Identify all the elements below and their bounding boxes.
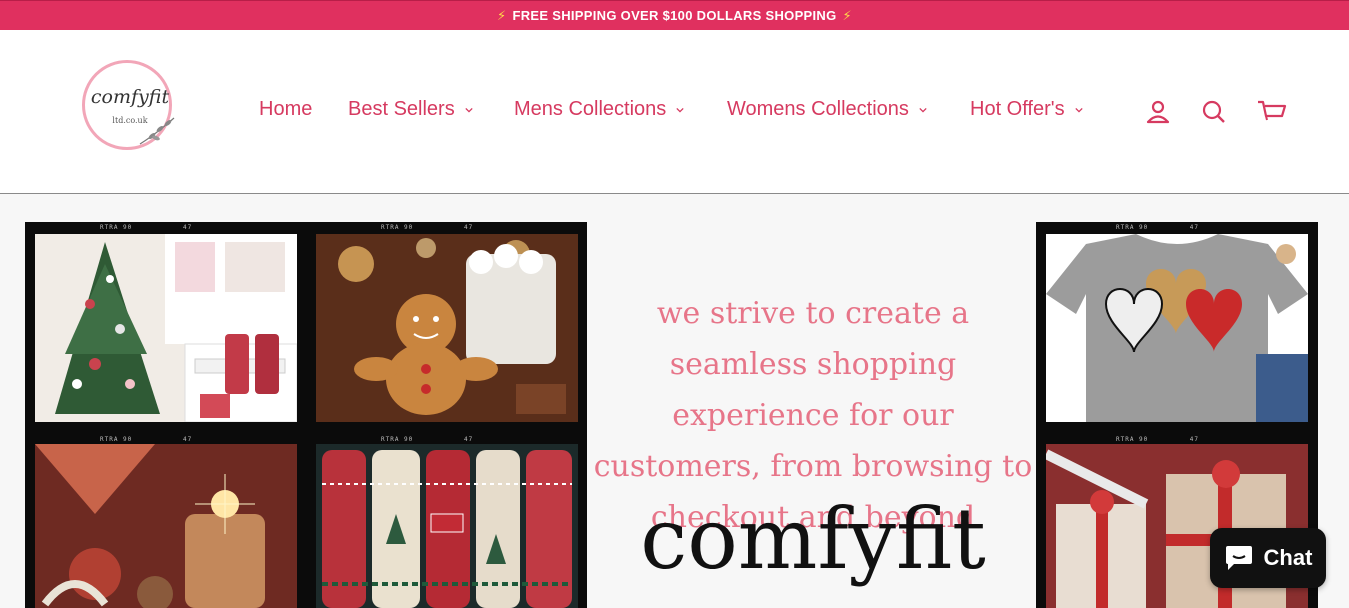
stockings-photo: [316, 444, 578, 608]
christmas-tree-photo: [35, 234, 297, 422]
lightning-bolt-icon: ⚡: [497, 7, 507, 23]
nav-mens-collections[interactable]: Mens Collections: [514, 98, 684, 121]
heart-tshirt-photo: [1046, 234, 1308, 422]
gingerbread-photo: [316, 234, 578, 422]
film-edge-marks: RTRA 90 47: [100, 224, 193, 231]
logo-subtext: ltd.co.uk: [112, 116, 148, 125]
nav-hot-offers[interactable]: Hot Offer's: [970, 98, 1083, 121]
nav-label: Womens Collections: [727, 98, 909, 120]
film-edge-marks: RTRA 90 47: [1116, 436, 1200, 443]
cart-icon[interactable]: [1256, 98, 1288, 126]
announcement-bar: ⚡ FREE SHIPPING OVER $100 DOLLARS SHOPPI…: [0, 0, 1349, 30]
candle-jar-photo: [35, 444, 297, 608]
film-collage-left: RTRA 90 47 RTRA 90 47 RTRA 90 47 RTRA 90…: [25, 222, 587, 608]
film-edge-marks: RTRA 90 47: [1116, 224, 1200, 231]
chevron-down-icon: [676, 107, 684, 113]
logo[interactable]: comfyfit ltd.co.uk: [78, 58, 178, 154]
nav-label: Home: [259, 98, 313, 120]
chevron-down-icon: [465, 107, 473, 113]
chat-button[interactable]: Chat: [1210, 528, 1326, 588]
chat-bubble-icon: [1225, 546, 1252, 570]
nav-best-sellers[interactable]: Best Sellers: [348, 98, 473, 121]
chevron-down-icon: [1074, 107, 1083, 113]
chevron-down-icon: [919, 107, 927, 113]
film-edge-marks: RTRA 90 47: [381, 224, 474, 231]
site-header: comfyfit ltd.co.uk Home Best Sellers Men…: [0, 30, 1349, 194]
nav-womens-collections[interactable]: Womens Collections: [727, 98, 927, 121]
film-edge-marks: RTRA 90 47: [381, 436, 474, 443]
nav-label: Hot Offer's: [970, 98, 1065, 120]
nav-label: Best Sellers: [348, 98, 455, 120]
lightning-bolt-icon: ⚡: [842, 7, 852, 23]
hero-banner[interactable]: RTRA 90 47 RTRA 90 47 RTRA 90 47 RTRA 90…: [0, 194, 1349, 608]
search-icon[interactable]: [1200, 98, 1228, 126]
film-edge-marks: RTRA 90 47: [100, 436, 193, 443]
hero-brand: comfyfit: [640, 490, 986, 588]
nav-label: Mens Collections: [514, 98, 667, 120]
nav-home[interactable]: Home: [259, 98, 312, 121]
chat-label: Chat: [1263, 545, 1313, 570]
logo-script: comfyfit: [90, 86, 170, 108]
account-icon[interactable]: [1144, 98, 1172, 126]
announcement-text: FREE SHIPPING OVER $100 DOLLARS SHOPPING: [512, 8, 837, 23]
